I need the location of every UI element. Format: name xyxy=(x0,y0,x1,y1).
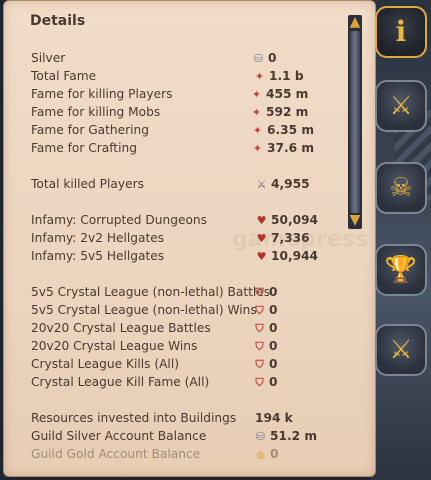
stat-row-killed-players: Total killed Players ⚔ 4,955 xyxy=(4,175,344,193)
tab-trophy[interactable]: 🏆 xyxy=(375,244,427,296)
stat-label: Infamy: 2v2 Hellgates xyxy=(31,231,165,245)
infamy-icon: ♥ xyxy=(256,213,267,227)
stat-row-resources-invested: Resources invested into Buildings 194 k xyxy=(4,409,344,427)
stat-row-guild-silver: Guild Silver Account Balance ⛁ 51.2 m xyxy=(4,427,344,445)
stat-value: ⛉ 0 xyxy=(255,375,278,389)
stat-value: ✦ 455 m xyxy=(251,87,309,101)
shield-icon: ⛉ xyxy=(255,357,264,371)
stat-value: ⛉ 0 xyxy=(255,303,278,317)
stat-value: ♥ 50,094 xyxy=(256,213,319,227)
stat-label: Resources invested into Buildings xyxy=(31,411,237,425)
stat-row-cl20-battles: 20v20 Crystal League Battles ⛉ 0 xyxy=(4,319,344,337)
stat-label: 20v20 Crystal League Battles xyxy=(31,321,211,335)
stat-row-fame-gathering: Fame for Gathering ✦ 6.35 m xyxy=(4,121,344,139)
stat-label: Crystal League Kill Fame (All) xyxy=(31,375,210,389)
stat-label: Total killed Players xyxy=(31,177,144,191)
stat-label: Infamy: 5v5 Hellgates xyxy=(31,249,165,263)
stat-label: Fame for Gathering xyxy=(31,123,150,137)
details-panel: Details gamepress Silver ⛁ 0 Total Fame ✦… xyxy=(3,0,376,477)
stat-value: ⚔ 4,955 xyxy=(256,177,310,191)
stat-label: Total Fame xyxy=(31,69,97,83)
stat-value: ⛉ 0 xyxy=(255,285,278,299)
tab-combat[interactable]: ⚔ xyxy=(375,80,427,132)
stat-row-cl-kills: Crystal League Kills (All) ⛉ 0 xyxy=(4,355,344,373)
tab-guild-war[interactable]: ⚔ xyxy=(375,324,427,376)
panel-title: Details xyxy=(30,13,86,29)
stat-value: ♥ 7,336 xyxy=(256,231,310,245)
stat-row-infamy-2v2: Infamy: 2v2 Hellgates ♥ 7,336 xyxy=(4,229,344,247)
shield-icon: ⛉ xyxy=(255,285,264,299)
gold-coin-icon: ● xyxy=(255,447,266,461)
stat-value: ● 0 xyxy=(255,447,279,461)
shield-fame-icon: ⛉ xyxy=(255,375,264,389)
scroll-up-arrow-icon[interactable]: ▲ xyxy=(345,15,365,29)
crossed-swords-icon: ⚔ xyxy=(389,91,413,121)
trophy-icon: 🏆 xyxy=(384,255,418,285)
shield-icon: ⛉ xyxy=(255,303,264,317)
stat-row-guild-gold: Guild Gold Account Balance ● 0 xyxy=(4,445,344,463)
fame-icon: ✦ xyxy=(252,141,263,155)
stat-label: Guild Silver Account Balance xyxy=(31,429,207,443)
crossed-swords-icon: ⚔ xyxy=(256,177,267,191)
side-background xyxy=(370,0,431,480)
stat-value: ✦ 6.35 m xyxy=(252,123,315,137)
shield-icon: ⛉ xyxy=(255,339,264,353)
stat-row-cl5-battles: 5v5 Crystal League (non-lethal) Battles … xyxy=(4,283,344,301)
silver-coins-icon: ⛁ xyxy=(253,51,264,65)
stat-value: ⛁ 51.2 m xyxy=(255,429,318,443)
fame-icon: ✦ xyxy=(251,87,262,101)
scrollbar-thumb[interactable] xyxy=(350,31,360,213)
stat-row-infamy-5v5: Infamy: 5v5 Hellgates ♥ 10,944 xyxy=(4,247,344,265)
tab-skull[interactable]: ☠ xyxy=(375,162,427,214)
stat-label: Silver xyxy=(31,51,66,65)
stat-row-total-fame: Total Fame ✦ 1.1 b xyxy=(4,67,344,85)
stat-label: Fame for Crafting xyxy=(31,141,137,155)
stat-row-cl5-wins: 5v5 Crystal League (non-lethal) Wins ⛉ 0 xyxy=(4,301,344,319)
stat-label: 20v20 Crystal League Wins xyxy=(31,339,198,353)
stat-value: ⛉ 0 xyxy=(255,321,278,335)
silver-coins-icon: ⛁ xyxy=(255,429,266,443)
tab-info[interactable]: i xyxy=(375,6,427,58)
stat-value: ✦ 592 m xyxy=(251,105,309,119)
infamy-icon: ♥ xyxy=(256,231,267,245)
stat-row-silver: Silver ⛁ 0 xyxy=(4,49,344,67)
stat-label: Fame for killing Mobs xyxy=(31,105,161,119)
skull-crossbones-icon: ☠ xyxy=(389,173,413,203)
stat-row-fame-crafting: Fame for Crafting ✦ 37.6 m xyxy=(4,139,344,157)
infamy-icon: ♥ xyxy=(256,249,267,263)
stat-label: Fame for killing Players xyxy=(31,87,173,101)
stat-value: ♥ 10,944 xyxy=(256,249,319,263)
stat-row-fame-players: Fame for killing Players ✦ 455 m xyxy=(4,85,344,103)
stat-row-cl-kill-fame: Crystal League Kill Fame (All) ⛉ 0 xyxy=(4,373,344,391)
stat-value: ⛉ 0 xyxy=(255,357,278,371)
fame-icon: ✦ xyxy=(251,105,262,119)
stat-label: Infamy: Corrupted Dungeons xyxy=(31,213,207,227)
info-icon: i xyxy=(395,15,407,48)
stat-label: Guild Gold Account Balance xyxy=(31,447,201,461)
stat-label: 5v5 Crystal League (non-lethal) Battles xyxy=(31,285,271,299)
stat-value: ✦ 1.1 b xyxy=(254,69,304,83)
stat-value: ⛁ 0 xyxy=(253,51,277,65)
stat-label: 5v5 Crystal League (non-lethal) Wins xyxy=(31,303,257,317)
scroll-down-arrow-icon[interactable]: ▼ xyxy=(345,213,365,227)
stat-row-fame-mobs: Fame for killing Mobs ✦ 592 m xyxy=(4,103,344,121)
stat-value: 194 k xyxy=(255,411,293,425)
globe-swords-icon: ⚔ xyxy=(389,335,413,365)
stat-row-cl20-wins: 20v20 Crystal League Wins ⛉ 0 xyxy=(4,337,344,355)
fame-icon: ✦ xyxy=(254,69,265,83)
stat-label: Crystal League Kills (All) xyxy=(31,357,179,371)
stat-value: ⛉ 0 xyxy=(255,339,278,353)
stat-row-infamy-dungeons: Infamy: Corrupted Dungeons ♥ 50,094 xyxy=(4,211,344,229)
stat-value: ✦ 37.6 m xyxy=(252,141,315,155)
fame-icon: ✦ xyxy=(252,123,263,137)
shield-icon: ⛉ xyxy=(255,321,264,335)
